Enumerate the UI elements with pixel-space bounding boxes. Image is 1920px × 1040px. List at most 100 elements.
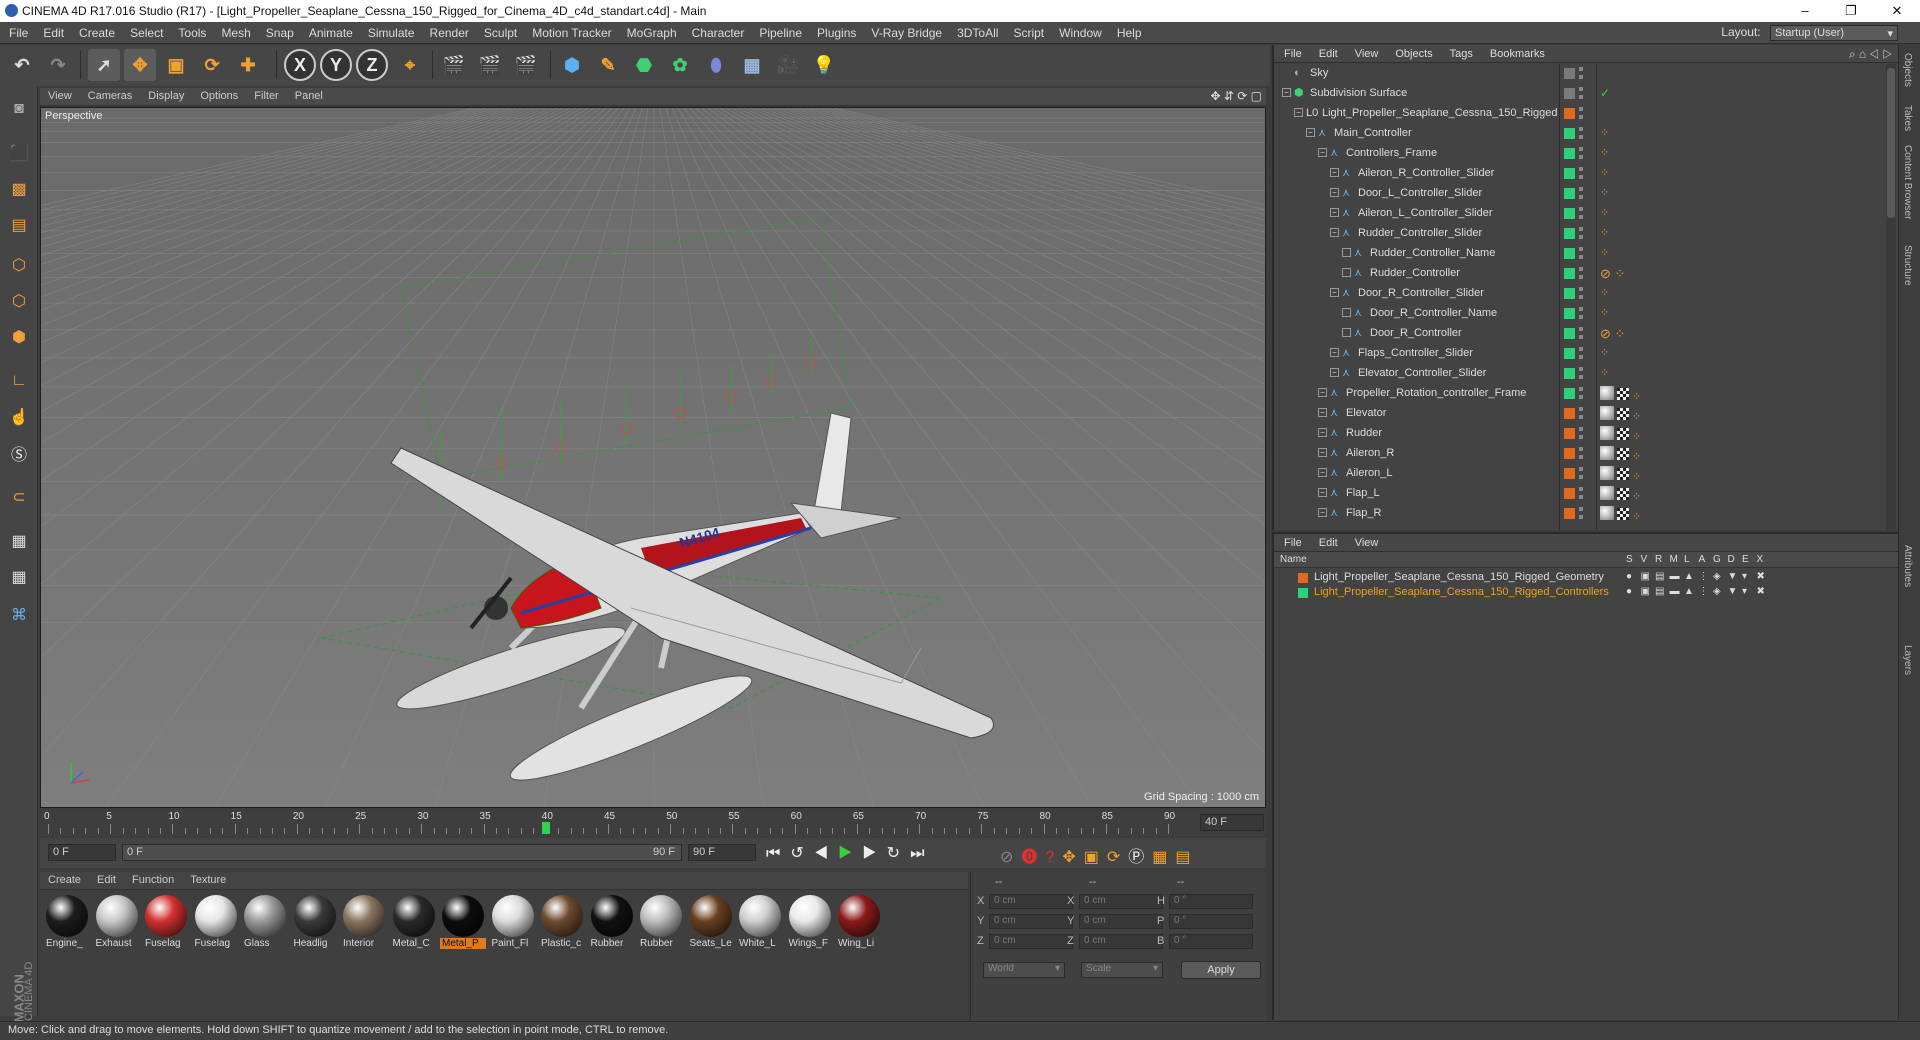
expand-toggle-icon[interactable]: −: [1330, 168, 1339, 177]
layer-color-swatch[interactable]: [1564, 328, 1575, 339]
layer-flag-icon[interactable]: ◈: [1713, 586, 1721, 597]
search-icon[interactable]: ⌕ ⌂ ◁ ▷: [1849, 47, 1892, 62]
visibility-dots[interactable]: [1579, 427, 1583, 441]
layer-flag-icon[interactable]: ▾: [1742, 571, 1747, 582]
side-tab-takes[interactable]: Takes: [1902, 105, 1913, 131]
viewport-menu-cameras[interactable]: Cameras: [80, 88, 141, 102]
enabled-check-icon[interactable]: ✓: [1600, 86, 1610, 100]
layer-color-swatch[interactable]: [1564, 188, 1575, 199]
render-picture-viewer-icon[interactable]: 🎬: [474, 49, 506, 81]
object-row[interactable]: − ⋏ Elevator_Controller_Slider ⁘: [1274, 364, 1886, 384]
material-tag-icon[interactable]: [1600, 386, 1614, 400]
expand-toggle-icon[interactable]: −: [1318, 148, 1327, 157]
object-menu-edit[interactable]: Edit: [1309, 45, 1345, 60]
layer-color-swatch[interactable]: [1564, 308, 1575, 319]
menu-pipeline[interactable]: Pipeline: [750, 22, 808, 40]
coord-value-field[interactable]: 0 °: [1169, 934, 1253, 949]
object-row[interactable]: − ⋏ Flap_R ⁘: [1274, 504, 1886, 524]
object-row[interactable]: − ⋏ Aileron_R ⁘: [1274, 444, 1886, 464]
visibility-dots[interactable]: [1579, 387, 1583, 401]
side-tab-content-browser[interactable]: Content Browser: [1902, 145, 1913, 219]
side-tab-attributes[interactable]: Attributes: [1902, 545, 1913, 587]
visibility-dots[interactable]: [1579, 507, 1583, 521]
material-swatch[interactable]: White_L: [737, 894, 783, 954]
layer-row[interactable]: Light_Propeller_Seaplane_Cessna_150_Rigg…: [1274, 570, 1884, 585]
cube-primitive-icon[interactable]: ⬢: [556, 49, 588, 81]
layer-flag-icon[interactable]: ✖: [1757, 571, 1765, 582]
go-to-start-icon[interactable]: ⏮: [766, 845, 790, 862]
material-swatch[interactable]: Paint_Fl: [490, 894, 536, 954]
visibility-dots[interactable]: [1579, 267, 1583, 281]
menu-plugins[interactable]: Plugins: [808, 22, 862, 40]
y-axis-lock-button[interactable]: Y: [320, 49, 352, 81]
material-tag-icon[interactable]: [1600, 466, 1614, 480]
magnet-icon[interactable]: ⊂: [4, 482, 34, 512]
layer-color-swatch[interactable]: [1298, 588, 1308, 598]
visibility-dots[interactable]: [1579, 247, 1583, 261]
uvw-tag-icon[interactable]: [1617, 508, 1629, 520]
layer-color-swatch[interactable]: [1564, 428, 1575, 439]
menu-snap[interactable]: Snap: [257, 22, 300, 40]
material-swatch[interactable]: Glass: [242, 894, 288, 954]
layer-flag-icon[interactable]: ⋮: [1699, 586, 1709, 597]
object-row[interactable]: − ⋏ Rudder ⁘: [1274, 424, 1886, 444]
material-swatch[interactable]: Metal_P: [440, 894, 486, 954]
deformer-icon[interactable]: ⬮: [700, 49, 732, 81]
ik-tag-icon[interactable]: ⁘: [1600, 167, 1609, 179]
expand-toggle-icon[interactable]: −: [1318, 388, 1327, 397]
expand-toggle-icon[interactable]: −: [1294, 108, 1303, 117]
material-swatch[interactable]: Interior: [341, 894, 387, 954]
previous-frame-icon[interactable]: ◀: [814, 845, 838, 862]
layout-dropdown[interactable]: Startup (User) ▾: [1770, 25, 1898, 41]
expand-toggle-icon[interactable]: −: [1318, 508, 1327, 517]
layer-color-swatch[interactable]: [1564, 268, 1575, 279]
expand-toggle-icon[interactable]: −: [1330, 368, 1339, 377]
uvw-tag-icon[interactable]: [1617, 468, 1629, 480]
layer-flag-icon[interactable]: ◈: [1713, 571, 1721, 582]
layer-flag-icon[interactable]: ▬: [1670, 586, 1680, 597]
layer-flag-icon[interactable]: ▤: [1655, 586, 1664, 597]
key-scale-icon[interactable]: ▣: [1084, 849, 1107, 866]
scale-tool-icon[interactable]: ▣: [160, 49, 192, 81]
ik-tag-icon[interactable]: ⁘: [1632, 511, 1641, 523]
edges-mode-icon[interactable]: ⬡: [4, 286, 34, 316]
viewport-menu-options[interactable]: Options: [192, 88, 246, 102]
object-row[interactable]: − ⋏ Aileron_L_Controller_Slider ⁘: [1274, 204, 1886, 224]
go-to-end-icon[interactable]: ⏭: [910, 845, 934, 862]
material-tag-icon[interactable]: [1600, 446, 1614, 460]
visibility-dots[interactable]: [1579, 87, 1583, 101]
object-row[interactable]: ◐ Sky: [1274, 64, 1886, 84]
grid-icon[interactable]: ▦: [4, 562, 34, 592]
object-menu-file[interactable]: File: [1274, 45, 1309, 60]
ik-tag-icon[interactable]: ⁘: [1632, 491, 1641, 503]
object-row[interactable]: − ⬢ Subdivision Surface ✓: [1274, 84, 1886, 104]
side-tab-structure[interactable]: Structure: [1902, 245, 1913, 286]
coord-value-field[interactable]: 0 cm: [989, 894, 1073, 909]
menu-animate[interactable]: Animate: [300, 22, 359, 40]
render-settings-icon[interactable]: 🎬: [510, 49, 542, 81]
object-row[interactable]: − ⋏ Propeller_Rotation_controller_Frame ⁘: [1274, 384, 1886, 404]
menu-motion-tracker[interactable]: Motion Tracker: [523, 22, 617, 40]
uvw-tag-icon[interactable]: [1617, 388, 1629, 400]
menu-help[interactable]: Help: [1108, 22, 1148, 40]
x-axis-lock-button[interactable]: X: [284, 49, 316, 81]
viewport-menu-display[interactable]: Display: [140, 88, 192, 102]
material-menu-function[interactable]: Function: [124, 872, 182, 886]
viewport-navigation-icon[interactable]: ✥ ⇵ ⟳ ▢: [1210, 89, 1262, 103]
menu-window[interactable]: Window: [1050, 22, 1108, 40]
material-swatch[interactable]: Rubber: [589, 894, 635, 954]
material-swatch[interactable]: Fuselag: [193, 894, 239, 954]
material-swatch[interactable]: Plastic_c: [539, 894, 585, 954]
visibility-dots[interactable]: [1579, 107, 1583, 121]
expand-toggle-icon[interactable]: −: [1330, 348, 1339, 357]
expand-toggle-icon[interactable]: −: [1318, 428, 1327, 437]
timeline-window-icon[interactable]: ▤: [1175, 849, 1198, 866]
expand-toggle-icon[interactable]: −: [1282, 88, 1291, 97]
tweak-mode-icon[interactable]: ☝: [4, 402, 34, 432]
layer-color-swatch[interactable]: [1564, 448, 1575, 459]
menu-create[interactable]: Create: [70, 22, 121, 40]
material-menu-edit[interactable]: Edit: [89, 872, 124, 886]
points-mode-icon[interactable]: ⬡: [4, 250, 34, 280]
layer-color-swatch[interactable]: [1564, 208, 1575, 219]
visibility-dots[interactable]: [1579, 307, 1583, 321]
